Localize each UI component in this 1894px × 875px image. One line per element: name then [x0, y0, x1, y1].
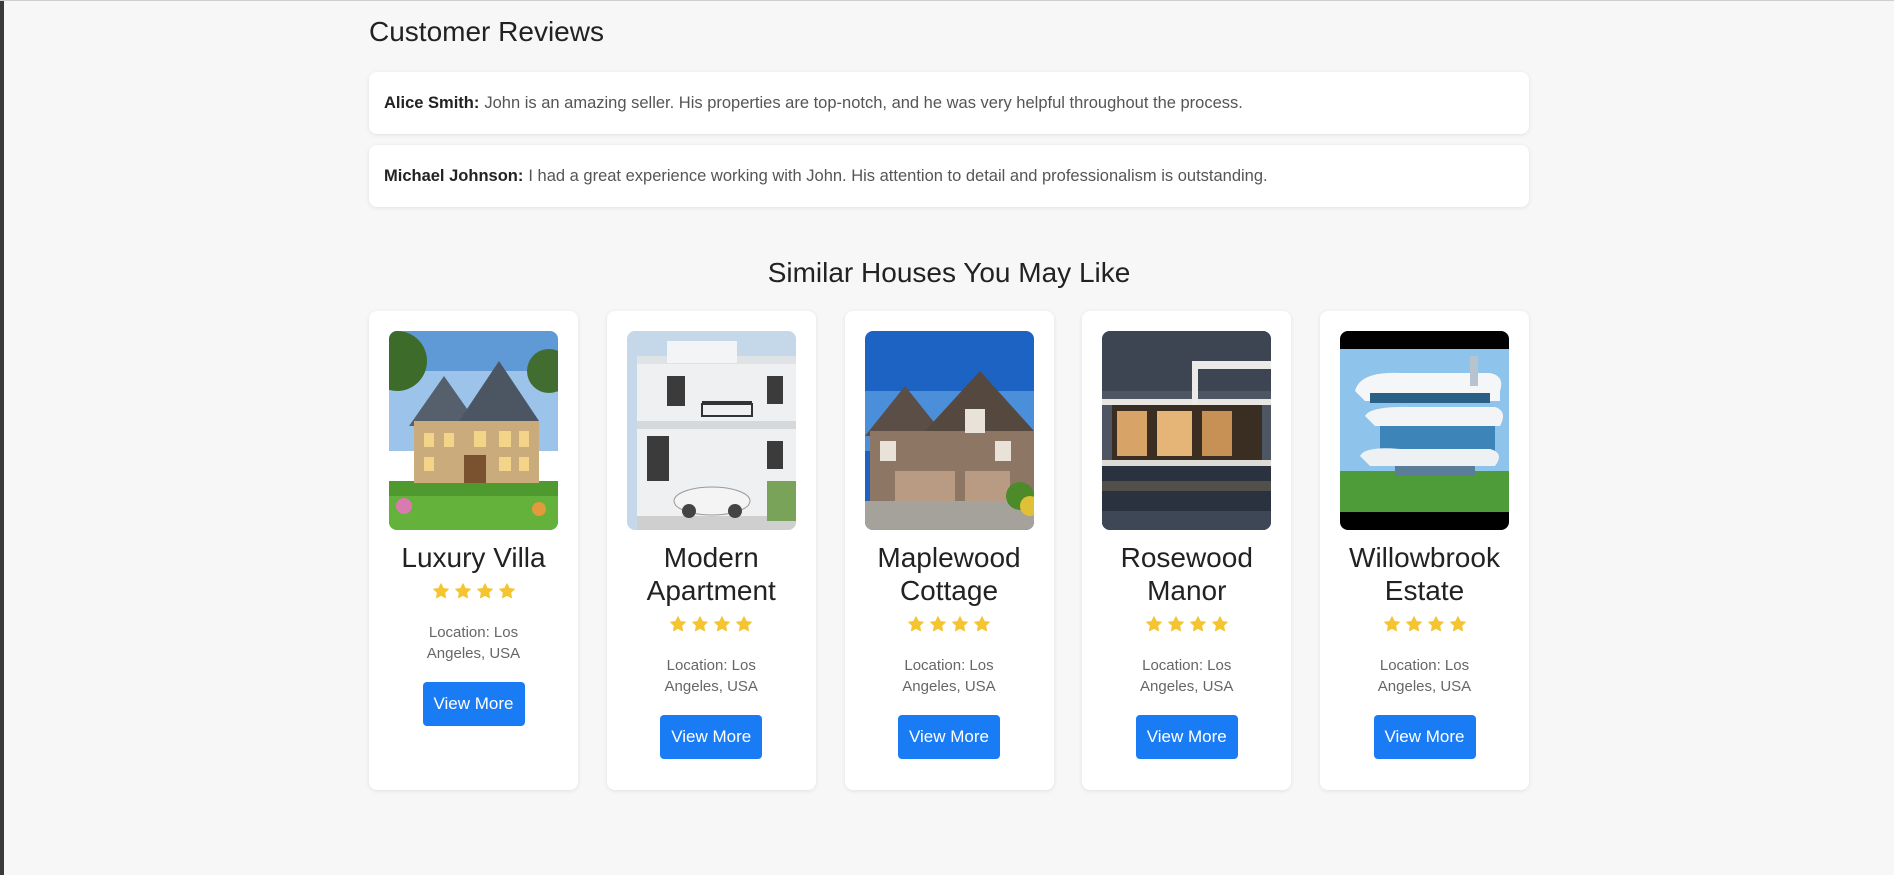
view-more-button[interactable]: View More — [660, 715, 763, 759]
house-name: Rosewood Manor — [1120, 542, 1253, 606]
house-photo[interactable] — [1340, 331, 1509, 530]
star-icon — [952, 616, 968, 632]
house-photo[interactable] — [864, 331, 1034, 530]
star-icon — [736, 616, 753, 632]
star-icon — [1211, 616, 1228, 632]
house-location: Location: Los Angeles, USA — [1140, 657, 1234, 695]
star-icon — [476, 583, 493, 599]
star-icon — [692, 616, 709, 632]
rating-stars — [1340, 615, 1509, 637]
house-photo[interactable] — [1102, 331, 1272, 530]
house-name: Willowbrook Estate — [1349, 542, 1500, 606]
house-card: Rosewood Manor Location: Los Angeles, US… — [1082, 311, 1292, 790]
customer-reviews-title: Customer Reviews — [369, 16, 604, 47]
house-location: Location: Los Angeles, USA — [902, 657, 996, 695]
star-icon — [1189, 616, 1206, 632]
review-item: Michael Johnson: I had a great experienc… — [369, 145, 1529, 207]
review-author: Michael Johnson: — [384, 166, 524, 185]
rating-stars — [389, 582, 558, 604]
house-photo[interactable] — [626, 331, 796, 530]
house-location: Location: Los Angeles, USA — [664, 657, 758, 695]
star-icon — [1167, 616, 1184, 632]
review-item: Alice Smith: John is an amazing seller. … — [369, 72, 1529, 134]
window-left-border — [0, 0, 4, 875]
house-name: Modern Apartment — [646, 542, 776, 606]
star-icon — [1449, 616, 1466, 632]
rating-stars — [1102, 615, 1271, 637]
review-text: I had a great experience working with Jo… — [528, 166, 1268, 185]
house-name: Luxury Villa — [401, 542, 546, 573]
house-card: Modern Apartment Location: Los Angeles, … — [606, 311, 816, 790]
house-card: Luxury Villa Location: Los Angeles, USA … — [369, 311, 578, 790]
house-location: Location: Los Angeles, USA — [426, 624, 521, 662]
rating-stars — [865, 615, 1034, 637]
star-icon — [1145, 616, 1162, 632]
house-card: Willowbrook Estate Location: Los Angeles… — [1320, 311, 1529, 790]
house-name: Maplewood Cottage — [877, 542, 1021, 606]
star-icon — [1405, 616, 1422, 632]
review-author: Alice Smith: — [384, 93, 480, 112]
star-icon — [670, 616, 687, 632]
star-icon — [1383, 616, 1400, 632]
similar-houses-list: Luxury Villa Location: Los Angeles, USA … — [369, 311, 1529, 790]
view-more-button[interactable]: View More — [422, 682, 525, 726]
view-more-button[interactable]: View More — [898, 715, 1000, 759]
similar-houses-title: Similar Houses You May Like — [767, 257, 1131, 288]
view-more-button[interactable]: View More — [1373, 715, 1476, 759]
star-icon — [908, 616, 924, 632]
star-icon — [1427, 616, 1444, 632]
star-icon — [432, 583, 449, 599]
star-icon — [930, 616, 946, 632]
star-icon — [974, 616, 990, 632]
review-text: John is an amazing seller. His propertie… — [484, 93, 1243, 112]
main-content: Customer Reviews Alice Smith: John is an… — [369, 0, 1529, 790]
star-icon — [454, 583, 471, 599]
view-more-button[interactable]: View More — [1135, 715, 1238, 759]
star-icon — [498, 583, 515, 599]
house-photo[interactable] — [389, 331, 558, 530]
star-icon — [714, 616, 731, 632]
house-location: Location: Los Angeles, USA — [1377, 657, 1472, 695]
house-card: Maplewood Cottage Location: Los Angeles,… — [844, 311, 1054, 790]
rating-stars — [627, 615, 796, 637]
